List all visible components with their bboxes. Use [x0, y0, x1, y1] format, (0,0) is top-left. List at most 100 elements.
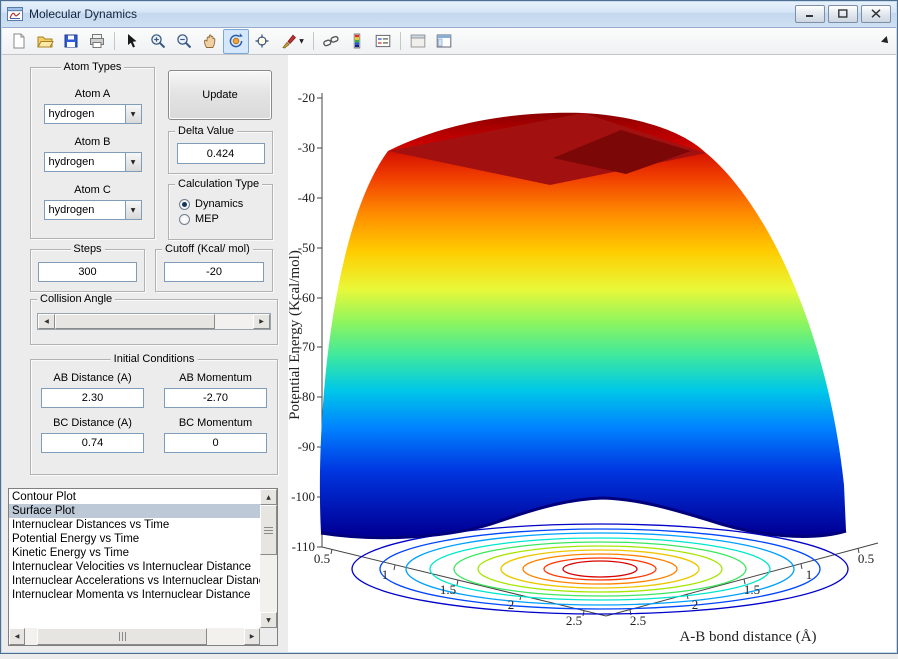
delta-value-field[interactable]: 0.424 — [176, 143, 265, 164]
vertical-scroll-track[interactable] — [260, 505, 277, 612]
maximize-button[interactable] — [828, 4, 858, 23]
titlebar[interactable]: Molecular Dynamics — [0, 0, 898, 28]
list-item[interactable]: Potential Energy vs Time — [9, 532, 260, 546]
toolbar-separator — [114, 32, 115, 50]
data-cursor-button[interactable] — [249, 29, 275, 54]
atom-c-value: hydrogen — [48, 204, 95, 216]
vertical-scrollbar[interactable]: ▲ ▼ — [260, 489, 277, 628]
chevron-down-icon[interactable]: ▼ — [124, 153, 141, 171]
ab-distance-field[interactable]: 2.30 — [41, 388, 144, 408]
horizontal-scroll-track[interactable] — [25, 628, 244, 645]
close-button[interactable] — [861, 4, 891, 23]
save-figure-button[interactable] — [58, 29, 84, 54]
radio-mep-label: MEP — [195, 213, 219, 225]
delta-value-text: 0.424 — [206, 147, 235, 160]
collision-angle-slider[interactable]: ◀ ▶ — [37, 313, 271, 330]
atom-b-dropdown[interactable]: hydrogen ▼ — [43, 152, 142, 172]
hide-plot-tools-icon — [410, 34, 426, 48]
radio-dynamics[interactable]: Dynamics — [179, 198, 272, 210]
atom-c-dropdown[interactable]: hydrogen ▼ — [43, 200, 142, 220]
link-plot-button[interactable] — [318, 29, 344, 54]
x-tick-label: 1.5 — [744, 582, 760, 597]
scroll-left-arrow-icon[interactable]: ◀ — [9, 628, 25, 645]
list-item[interactable]: Internuclear Momenta vs Internuclear Dis… — [9, 588, 260, 602]
print-figure-button[interactable] — [84, 29, 110, 54]
colorbar-icon — [353, 33, 361, 49]
th umb-grip — [121, 632, 123, 641]
zoom-in-icon — [151, 34, 166, 49]
window-controls — [795, 4, 891, 23]
bc-distance-value: 0.74 — [81, 437, 104, 449]
radio-dynamics-label: Dynamics — [195, 198, 244, 210]
new-document-icon — [13, 33, 25, 49]
brush-data-button[interactable]: ▼ — [275, 29, 309, 54]
minimize-icon — [806, 15, 813, 17]
zoom-out-button[interactable] — [171, 29, 197, 54]
bc-momentum-field[interactable]: 0 — [164, 433, 267, 453]
panel-title: Calculation Type — [175, 178, 263, 190]
slider-thumb[interactable] — [55, 314, 215, 329]
panel-title: Initial Conditions — [110, 353, 198, 365]
collision-angle-panel: Collision Angle ◀ ▶ — [30, 293, 278, 345]
slider-right-arrow-icon[interactable]: ▶ — [253, 314, 270, 329]
slider-track[interactable] — [55, 314, 253, 329]
slider-left-arrow-icon[interactable]: ◀ — [38, 314, 55, 329]
surface-plot[interactable]: -20 -30 -40 -50 -60 -70 -80 -90 -100 -11… — [287, 55, 898, 654]
list-item[interactable]: Kinetic Energy vs Time — [9, 546, 260, 560]
scroll-right-arrow-icon[interactable]: ▶ — [244, 628, 260, 645]
list-item[interactable]: Contour Plot — [9, 490, 260, 504]
scroll-down-arrow-icon[interactable]: ▼ — [260, 612, 277, 628]
bc-distance-field[interactable]: 0.74 — [41, 433, 144, 453]
radio-mep[interactable]: MEP — [179, 213, 272, 225]
chevron-down-icon[interactable]: ▼ — [124, 201, 141, 219]
scroll-up-arrow-icon[interactable]: ▲ — [260, 489, 277, 505]
radio-selected-icon[interactable] — [179, 198, 190, 210]
show-plot-tools-button[interactable] — [431, 29, 457, 54]
pan-button[interactable] — [197, 29, 223, 54]
toolbar-overflow-icon[interactable] — [881, 36, 891, 46]
steps-field[interactable]: 300 — [38, 262, 137, 282]
scrollbar-corner — [260, 628, 277, 645]
atom-c-label: Atom C — [74, 184, 111, 196]
update-button-label: Update — [202, 89, 238, 101]
insert-colorbar-button[interactable] — [344, 29, 370, 54]
atom-a-dropdown[interactable]: hydrogen ▼ — [43, 104, 142, 124]
horizontal-scroll-thumb[interactable] — [37, 628, 207, 645]
edit-plot-button[interactable] — [119, 29, 145, 54]
rotate-3d-button[interactable] — [223, 28, 249, 54]
cutoff-field[interactable]: -20 — [164, 262, 264, 282]
panel-title: Collision Angle — [37, 293, 116, 305]
horizontal-scrollbar[interactable]: ◀ ▶ — [9, 628, 260, 645]
zoom-in-button[interactable] — [145, 29, 171, 54]
chevron-down-icon[interactable]: ▼ — [124, 105, 141, 123]
save-floppy-icon — [64, 34, 78, 48]
update-button[interactable]: Update — [168, 70, 272, 120]
steps-panel: Steps 300 — [30, 243, 145, 292]
close-icon — [871, 9, 881, 18]
new-figure-button[interactable] — [6, 29, 32, 54]
atom-a-label: Atom A — [74, 88, 111, 100]
plot-type-listbox[interactable]: Contour Plot Surface Plot Internuclear D… — [8, 488, 278, 646]
pan-hand-icon — [204, 34, 216, 48]
vertical-scroll-thumb[interactable] — [260, 505, 277, 555]
listbox-items: Contour Plot Surface Plot Internuclear D… — [9, 490, 260, 628]
insert-legend-button[interactable] — [370, 29, 396, 54]
list-item[interactable]: Internuclear Distances vs Time — [9, 518, 260, 532]
client-area: -20 -30 -40 -50 -60 -70 -80 -90 -100 -11… — [0, 55, 898, 654]
open-file-button[interactable] — [32, 29, 58, 54]
bc-momentum-label: BC Momentum — [178, 417, 253, 429]
list-item-selected[interactable]: Surface Plot — [9, 504, 260, 518]
x-tick-label: 2 — [508, 597, 515, 612]
delta-value-panel: Delta Value 0.424 — [168, 125, 273, 174]
list-item[interactable]: Internuclear Accelerations vs Internucle… — [9, 574, 260, 588]
ab-momentum-field[interactable]: -2.70 — [164, 388, 267, 408]
hide-plot-tools-button[interactable] — [405, 29, 431, 54]
thumb-grip — [264, 529, 273, 531]
initial-conditions-panel: Initial Conditions AB Distance (A) AB Mo… — [30, 353, 278, 475]
cutoff-panel: Cutoff (Kcal/ mol) -20 — [155, 243, 273, 292]
steps-value: 300 — [78, 266, 97, 278]
atom-b-label: Atom B — [74, 136, 111, 148]
radio-unselected-icon[interactable] — [179, 213, 190, 225]
list-item[interactable]: Internuclear Velocities vs Internuclear … — [9, 560, 260, 574]
minimize-button[interactable] — [795, 4, 825, 23]
